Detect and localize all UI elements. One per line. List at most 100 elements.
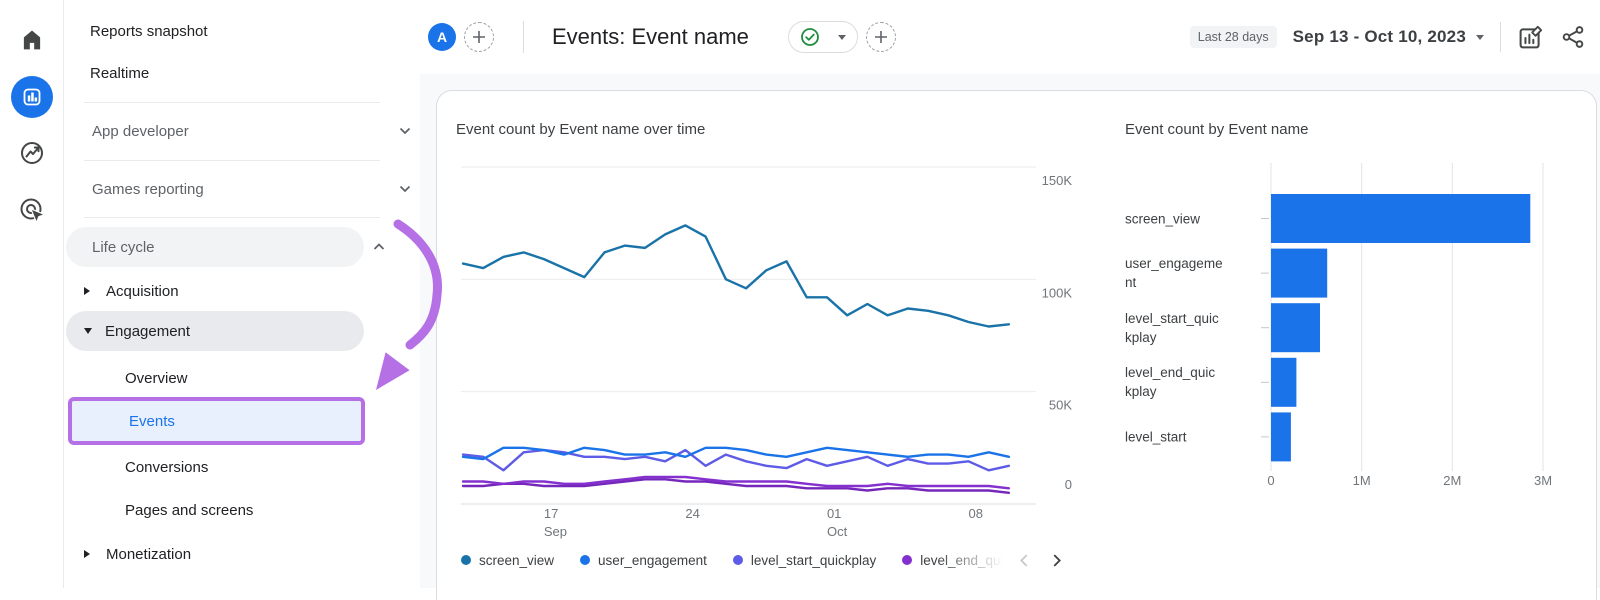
sidebar-item-label: Events bbox=[129, 413, 175, 430]
chevron-down-icon bbox=[399, 185, 411, 193]
report-status-pill[interactable] bbox=[788, 21, 858, 53]
bar-chart-title: Event count by Event name bbox=[1125, 121, 1308, 138]
legend-label: user_engagement bbox=[598, 553, 707, 568]
caret-down-icon[interactable] bbox=[1476, 35, 1484, 40]
bar-level_start_quickplay bbox=[1271, 303, 1320, 352]
legend-item-user_engagement: user_engagement bbox=[580, 553, 707, 568]
customize-report-icon[interactable] bbox=[1517, 24, 1544, 51]
legend-dot bbox=[733, 555, 743, 565]
add-report-tab-button[interactable] bbox=[866, 22, 896, 52]
line-chart-title: Event count by Event name over time bbox=[456, 121, 705, 138]
nav-rail bbox=[0, 0, 64, 588]
legend-item-screen_view: screen_view bbox=[461, 553, 554, 568]
line-series-level_start_quickplay bbox=[463, 450, 1009, 470]
sidebar-collection-life-cycle[interactable]: Life cycle bbox=[66, 227, 364, 267]
sidebar-report-events-selected[interactable]: Events bbox=[68, 397, 365, 445]
y-axis-label: 100K bbox=[1042, 285, 1073, 300]
x-axis-label: 2M bbox=[1443, 473, 1461, 488]
sidebar-collection-games-reporting[interactable]: Games reporting bbox=[92, 168, 412, 210]
y-axis-label: 0 bbox=[1065, 477, 1072, 492]
date-range-selector[interactable]: Sep 13 - Oct 10, 2023 bbox=[1293, 27, 1466, 47]
sidebar-collection-app-developer[interactable]: App developer bbox=[92, 110, 412, 152]
sidebar-item-label: Engagement bbox=[105, 323, 190, 340]
home-icon[interactable] bbox=[11, 19, 53, 61]
sidebar-item-label: Overview bbox=[125, 370, 188, 387]
page-title: Events: Event name bbox=[552, 0, 749, 74]
report-card: Event count by Event name over time Even… bbox=[436, 90, 1597, 600]
engagement-row: Engagement bbox=[84, 310, 364, 352]
report-header: A Events: Event name Last 28 days Sep 13… bbox=[420, 0, 1600, 74]
x-axis-label: 0 bbox=[1267, 473, 1274, 488]
explore-icon[interactable] bbox=[11, 132, 53, 174]
sidebar-item-label: Pages and screens bbox=[125, 502, 253, 519]
sidebar-item-label: Reports snapshot bbox=[90, 23, 208, 40]
legend-label: level_start_quickplay bbox=[751, 553, 876, 568]
x-axis-label: 1M bbox=[1353, 473, 1371, 488]
report-nav-sidebar: Reports snapshot Realtime App developer … bbox=[64, 0, 420, 588]
reports-icon[interactable] bbox=[11, 76, 53, 118]
caret-right-icon bbox=[84, 287, 90, 295]
verified-check-icon bbox=[800, 27, 820, 47]
divider bbox=[84, 217, 380, 218]
line-chart: 150K100K50K017Sep2401Oct08 bbox=[437, 151, 1097, 571]
legend-dot bbox=[461, 555, 471, 565]
caret-down-icon bbox=[84, 328, 92, 334]
legend-item-level_start_quickplay: level_start_quickplay bbox=[733, 553, 876, 568]
x-axis-sublabel: Sep bbox=[544, 524, 567, 539]
reports-active-circle bbox=[11, 76, 53, 118]
x-axis-label: 17 bbox=[544, 506, 558, 521]
sidebar-item-label: Realtime bbox=[90, 65, 149, 82]
bar-user_engagement bbox=[1271, 249, 1327, 298]
bar-category-label: level_start_quickplay bbox=[1125, 309, 1259, 347]
x-axis-label: 3M bbox=[1534, 473, 1552, 488]
sidebar-item-label: Acquisition bbox=[106, 283, 179, 300]
sidebar-report-conversions[interactable]: Conversions bbox=[125, 446, 208, 488]
chevron-down-icon bbox=[399, 127, 411, 135]
x-axis-label: 24 bbox=[685, 506, 699, 521]
sidebar-item-realtime[interactable]: Realtime bbox=[90, 52, 149, 94]
sidebar-topic-monetization[interactable]: Monetization bbox=[84, 533, 384, 575]
sidebar-item-reports-snapshot[interactable]: Reports snapshot bbox=[90, 10, 208, 52]
y-axis-label: 50K bbox=[1049, 398, 1072, 413]
divider bbox=[523, 21, 524, 53]
x-axis-label: 08 bbox=[969, 506, 983, 521]
avatar-letter: A bbox=[437, 29, 447, 45]
sidebar-topic-acquisition[interactable]: Acquisition bbox=[84, 270, 384, 312]
divider bbox=[1500, 22, 1501, 52]
sidebar-item-label: Conversions bbox=[125, 459, 208, 476]
comparison-avatar[interactable]: A bbox=[428, 23, 456, 51]
date-preset-chip: Last 28 days bbox=[1190, 26, 1277, 48]
header-right-cluster: Last 28 days Sep 13 - Oct 10, 2023 bbox=[1190, 0, 1586, 74]
legend-dot bbox=[580, 555, 590, 565]
line-series-screen_view bbox=[463, 225, 1009, 326]
legend-next-button[interactable] bbox=[1047, 550, 1067, 570]
divider bbox=[84, 102, 380, 103]
plus-icon bbox=[874, 30, 888, 44]
sidebar-topic-engagement[interactable]: Engagement bbox=[66, 311, 364, 351]
divider bbox=[84, 160, 380, 161]
caret-right-icon bbox=[84, 550, 90, 558]
share-icon[interactable] bbox=[1560, 24, 1586, 50]
bar-category-label: user_engagement bbox=[1125, 254, 1259, 292]
sidebar-item-label: Monetization bbox=[106, 546, 191, 563]
chevron-up-icon bbox=[373, 243, 385, 251]
x-axis-label: 01 bbox=[827, 506, 841, 521]
sidebar-report-pages-screens[interactable]: Pages and screens bbox=[125, 489, 253, 531]
plus-icon bbox=[472, 30, 486, 44]
advertising-icon[interactable] bbox=[11, 189, 53, 231]
legend-dot bbox=[902, 555, 912, 565]
bar-level_start bbox=[1271, 412, 1291, 461]
chart-legend: screen_view user_engagement level_start_qu… bbox=[461, 548, 1009, 572]
bar-category-label: screen_view bbox=[1125, 209, 1259, 228]
sidebar-item-label: Life cycle bbox=[92, 239, 155, 256]
sidebar-item-label: App developer bbox=[92, 123, 189, 140]
add-comparison-button[interactable] bbox=[464, 22, 494, 52]
legend-fade-overlay bbox=[937, 543, 1015, 575]
caret-down-icon bbox=[838, 35, 846, 40]
y-axis-label: 150K bbox=[1042, 173, 1073, 188]
bar-screen_view bbox=[1271, 194, 1530, 243]
legend-label: screen_view bbox=[479, 553, 554, 568]
bar-level_end_quickplay bbox=[1271, 358, 1296, 407]
bar-category-label: level_start bbox=[1125, 427, 1259, 446]
sidebar-report-overview[interactable]: Overview bbox=[125, 357, 188, 399]
